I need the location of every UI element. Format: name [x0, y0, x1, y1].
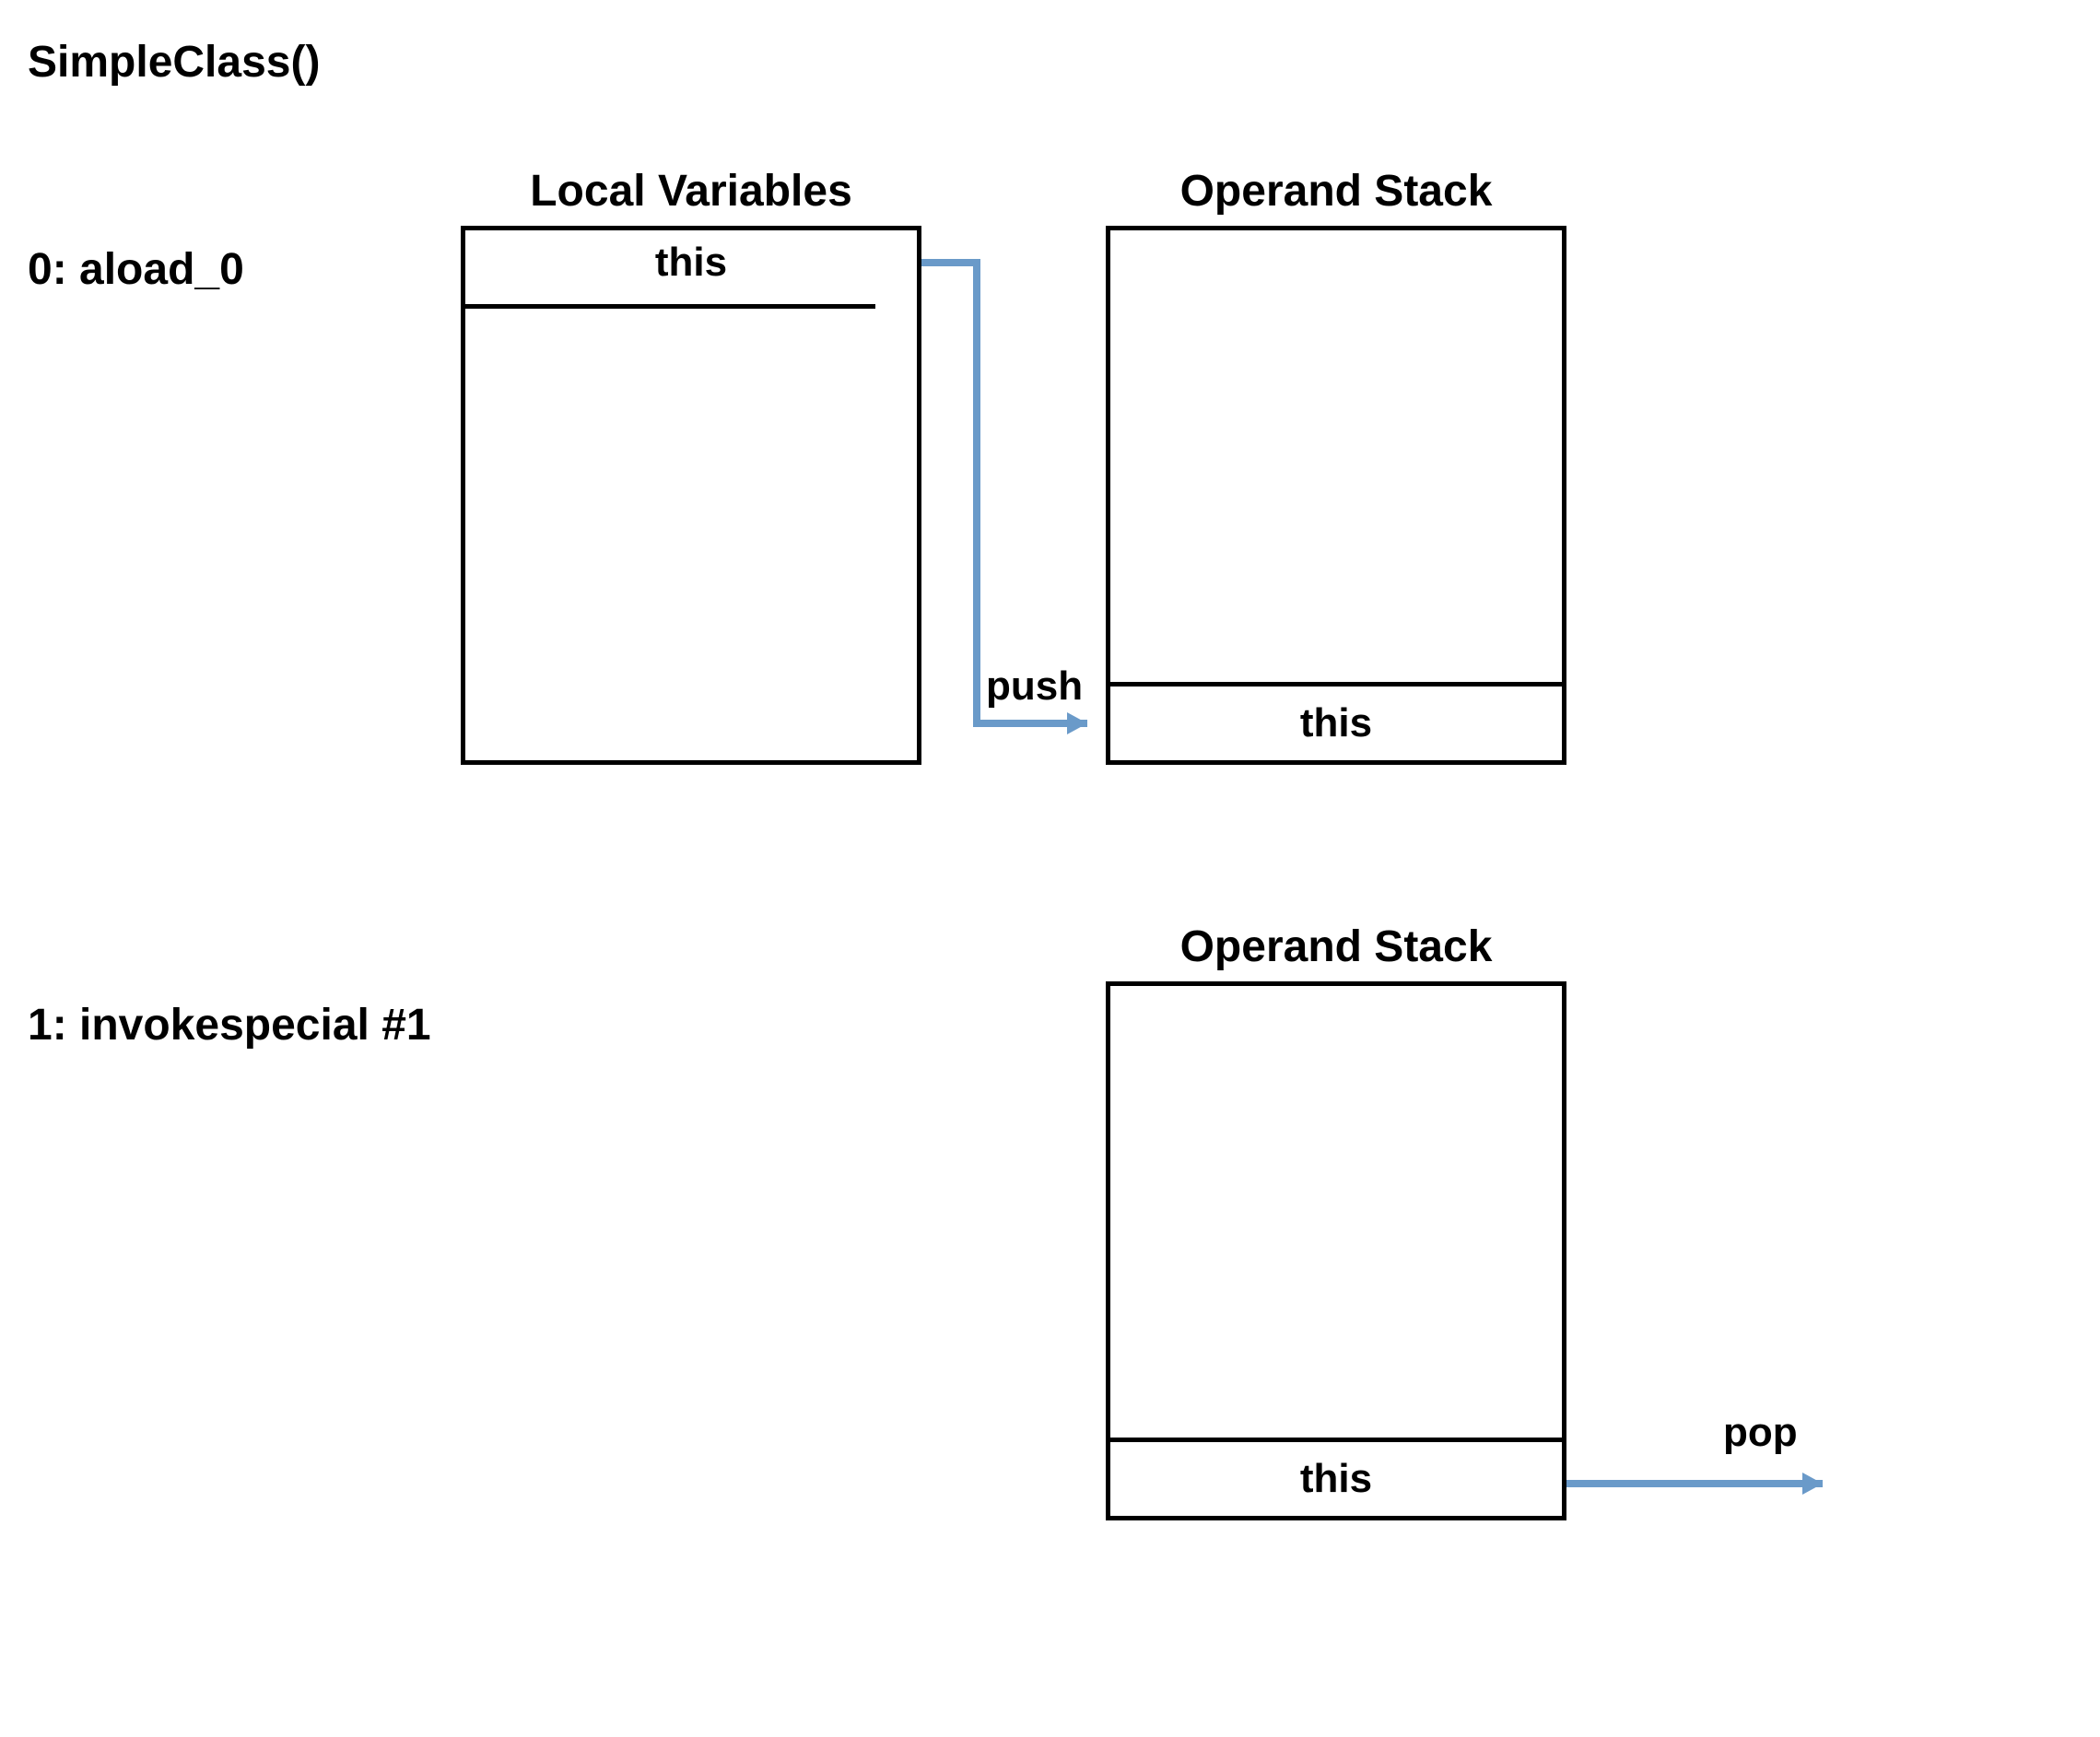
push-arrow-label: push — [986, 663, 1083, 710]
local-variables-title: Local Variables — [461, 166, 921, 217]
instruction-1-label: 1: invokespecial #1 — [28, 1000, 431, 1050]
pop-arrow-icon — [1566, 1465, 1843, 1502]
operand-stack-1-divider — [1106, 682, 1566, 687]
operand-stack-2-divider — [1106, 1438, 1566, 1442]
pop-arrow-label: pop — [1723, 1410, 1798, 1456]
local-variables-divider — [461, 304, 875, 309]
operand-stack-2-bottom: this — [1106, 1456, 1566, 1502]
operand-stack-1-bottom: this — [1106, 700, 1566, 746]
operand-stack-1-title: Operand Stack — [1106, 166, 1566, 217]
instruction-0-label: 0: aload_0 — [28, 244, 244, 295]
operand-stack-2-title: Operand Stack — [1106, 921, 1566, 972]
diagram-canvas: SimpleClass() 0: aload_0 Local Variables… — [0, 0, 2100, 1737]
class-title: SimpleClass() — [28, 37, 320, 88]
local-variables-slot-0: this — [461, 240, 921, 286]
